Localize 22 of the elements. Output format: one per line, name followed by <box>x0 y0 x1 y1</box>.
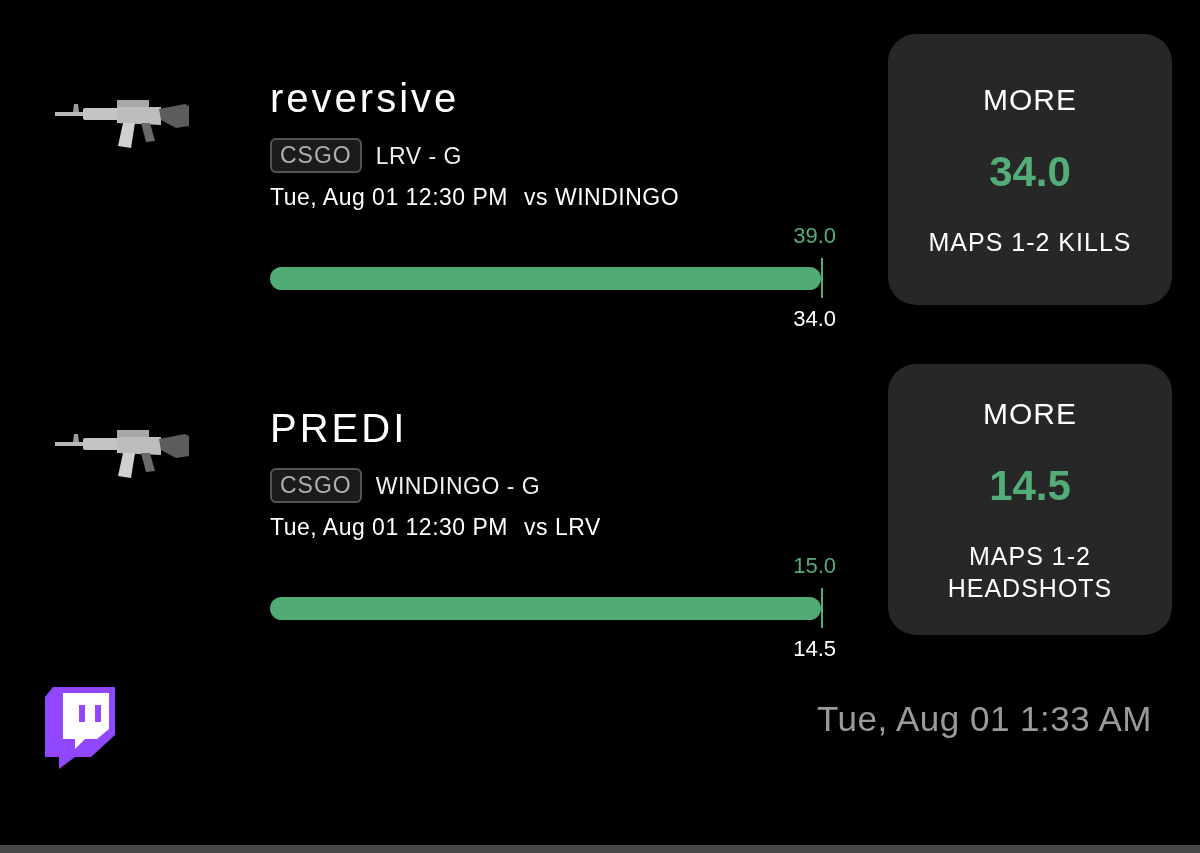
player-name: PREDI <box>270 405 408 452</box>
target-value: 39.0 <box>793 223 836 249</box>
player-name: reversive <box>270 75 460 122</box>
pick-line-value: 34.0 <box>989 147 1071 196</box>
chat-bubble-logo-icon <box>45 687 115 769</box>
team-label: LRV - G <box>375 141 462 171</box>
match-date: Tue, Aug 01 12:30 PM <box>270 183 509 212</box>
opponent-label: vs WINDINGO <box>524 183 680 212</box>
direction-label: MORE <box>983 81 1077 118</box>
timestamp: Tue, Aug 01 1:33 AM <box>816 698 1152 740</box>
pick-line-value: 14.5 <box>989 461 1071 510</box>
stat-label: MAPS 1-2 KILLS <box>927 226 1133 258</box>
line-value: 34.0 <box>793 306 836 332</box>
opponent-label: vs LRV <box>524 513 601 542</box>
team-label: WINDINGO - G <box>375 471 541 501</box>
game-tag: CSGO <box>270 468 362 503</box>
match-date: Tue, Aug 01 12:30 PM <box>270 513 509 542</box>
direction-label: MORE <box>983 395 1077 432</box>
game-tag: CSGO <box>270 138 362 173</box>
line-value: 14.5 <box>793 636 836 662</box>
stat-label: MAPS 1-2 HEADSHOTS <box>946 540 1114 604</box>
target-value: 15.0 <box>793 553 836 579</box>
